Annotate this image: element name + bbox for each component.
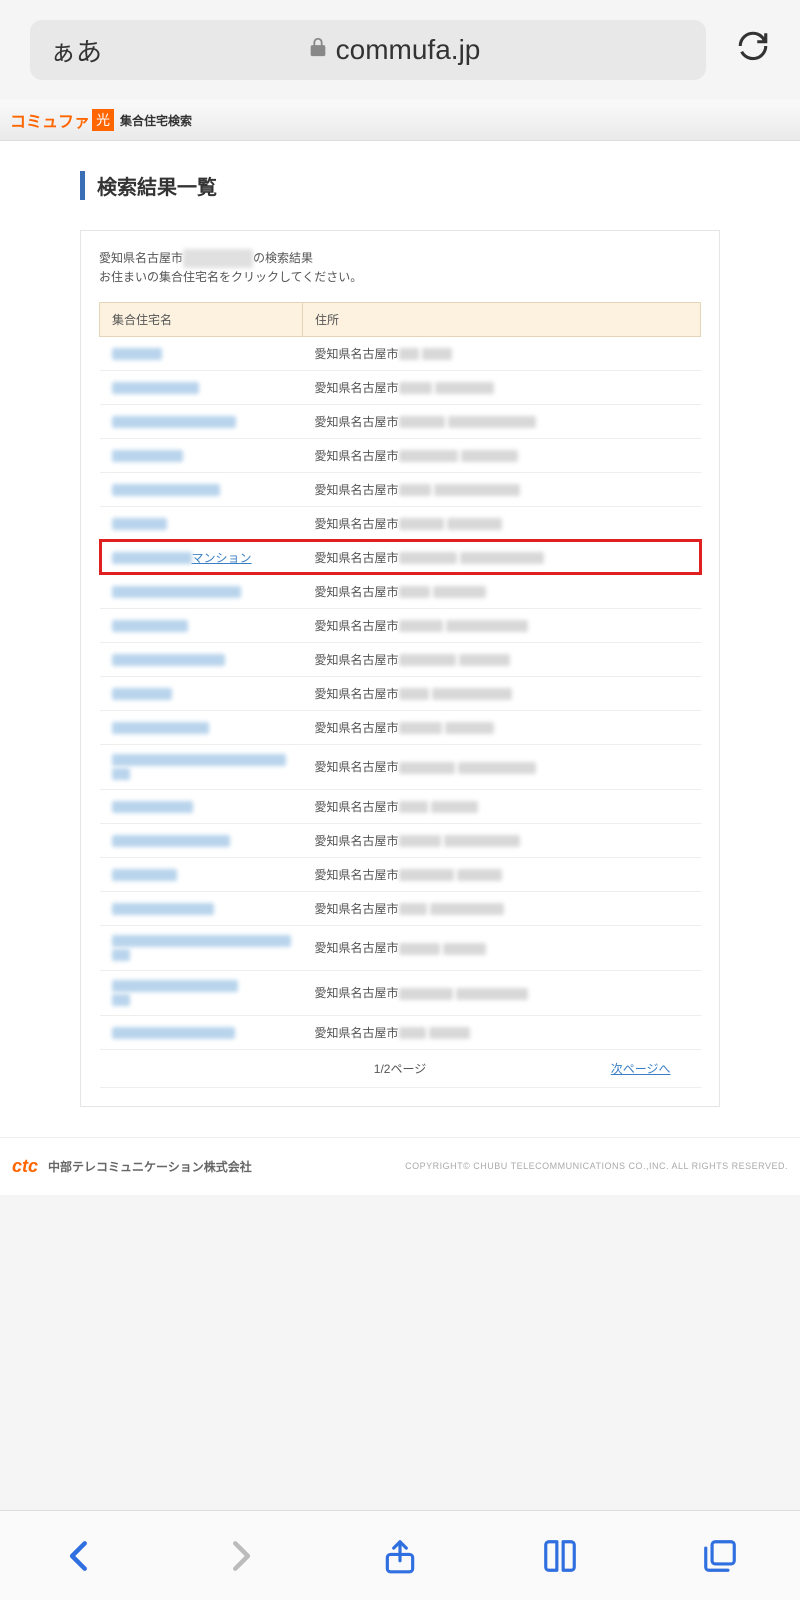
table-row: x 愛知県名古屋市x x	[100, 789, 701, 823]
ctc-logo: ctc	[12, 1156, 38, 1177]
building-name-link[interactable]: x	[112, 901, 214, 915]
building-address: 愛知県名古屋市x x	[303, 970, 701, 1015]
table-row: x 愛知県名古屋市x x	[100, 506, 701, 540]
table-row: x 愛知県名古屋市x x	[100, 823, 701, 857]
building-address: 愛知県名古屋市x x	[303, 925, 701, 970]
results-table: 集合住宅名 住所 x 愛知県名古屋市x x x 愛知県名古屋市x x x 愛知県名古屋市x…	[99, 302, 701, 1088]
building-name-link[interactable]: x	[112, 584, 241, 598]
header-sublabel: 集合住宅検索	[120, 112, 192, 129]
table-header-name: 集合住宅名	[100, 302, 303, 336]
lock-icon	[308, 36, 328, 64]
pager-current: 1/2ページ	[374, 1062, 426, 1076]
building-name-link[interactable]: x	[112, 380, 199, 394]
building-name-link[interactable]: xx	[112, 979, 238, 1007]
building-address: 愛知県名古屋市x x	[303, 438, 701, 472]
table-row: x 愛知県名古屋市x x	[100, 574, 701, 608]
building-address: 愛知県名古屋市x x	[303, 472, 701, 506]
building-name-link[interactable]: xx	[112, 934, 291, 962]
text-size-control[interactable]: ぁあ	[50, 32, 102, 69]
building-name-link[interactable]: x	[112, 799, 193, 813]
building-address: 愛知県名古屋市x x	[303, 540, 701, 574]
building-address: 愛知県名古屋市x x	[303, 608, 701, 642]
url-box[interactable]: ぁあ commufa.jp	[30, 20, 706, 80]
table-row: xx 愛知県名古屋市x x	[100, 925, 701, 970]
building-name-link[interactable]: x	[112, 346, 162, 360]
building-name-link[interactable]: x	[112, 1025, 235, 1039]
building-address: 愛知県名古屋市x x	[303, 823, 701, 857]
building-address: 愛知県名古屋市x x	[303, 710, 701, 744]
table-row: x 愛知県名古屋市x x	[100, 608, 701, 642]
table-row: x 愛知県名古屋市x x	[100, 370, 701, 404]
logo-badge: 光	[92, 109, 114, 131]
results-panel: 愛知県名古屋市xxxxxの検索結果 お住まいの集合住宅名をクリックしてください。…	[80, 230, 720, 1107]
building-name-link[interactable]: x	[112, 686, 172, 700]
building-address: 愛知県名古屋市x x	[303, 857, 701, 891]
pager-cell: 1/2ページ 次ページへ	[100, 1049, 701, 1087]
building-address: 愛知県名古屋市x x	[303, 574, 701, 608]
building-name-link[interactable]: x	[112, 833, 230, 847]
browser-url-bar: ぁあ commufa.jp	[0, 0, 800, 100]
url-domain: commufa.jp	[336, 34, 481, 66]
building-address: 愛知県名古屋市x x	[303, 789, 701, 823]
table-row: x 愛知県名古屋市x x	[100, 1015, 701, 1049]
logo-text: コミュファ	[10, 108, 90, 132]
table-row: x 愛知県名古屋市x x	[100, 438, 701, 472]
building-name-link[interactable]: x	[112, 618, 188, 632]
tabs-icon[interactable]	[698, 1534, 742, 1578]
table-row: xx 愛知県名古屋市x x	[100, 744, 701, 789]
table-header-address: 住所	[303, 302, 701, 336]
site-footer: ctc 中部テレコミュニケーション株式会社 COPYRIGHT© CHUBU T…	[0, 1137, 800, 1195]
table-row: x 愛知県名古屋市x x	[100, 472, 701, 506]
table-row: x 愛知県名古屋市x x	[100, 642, 701, 676]
table-row: x 愛知県名古屋市x x	[100, 891, 701, 925]
reload-icon[interactable]	[736, 27, 770, 74]
back-icon[interactable]	[58, 1534, 102, 1578]
building-address: 愛知県名古屋市x x	[303, 506, 701, 540]
intro-line-1: 愛知県名古屋市xxxxxの検索結果	[99, 249, 701, 268]
next-page-link[interactable]: 次ページへ	[611, 1060, 671, 1077]
building-name-link[interactable]: x	[112, 652, 225, 666]
building-name-link[interactable]: xx	[112, 753, 286, 781]
building-address: 愛知県名古屋市x x	[303, 642, 701, 676]
table-row: x 愛知県名古屋市x x	[100, 336, 701, 370]
copyright: COPYRIGHT© CHUBU TELECOMMUNICATIONS CO.,…	[405, 1161, 788, 1171]
table-row: x 愛知県名古屋市x x	[100, 404, 701, 438]
building-address: 愛知県名古屋市x x	[303, 1015, 701, 1049]
site-header: コミュファ光 集合住宅検索	[0, 100, 800, 141]
building-name-link[interactable]: x	[112, 516, 167, 530]
forward-icon	[218, 1534, 262, 1578]
building-address: 愛知県名古屋市x x	[303, 891, 701, 925]
browser-toolbar	[0, 1510, 800, 1600]
building-address: 愛知県名古屋市x x	[303, 676, 701, 710]
building-name-link[interactable]: xxxxマンション	[112, 551, 252, 565]
table-row: x 愛知県名古屋市x x	[100, 676, 701, 710]
building-name-link[interactable]: x	[112, 414, 236, 428]
share-icon[interactable]	[378, 1534, 422, 1578]
building-name-link[interactable]: x	[112, 448, 183, 462]
bookmarks-icon[interactable]	[538, 1534, 582, 1578]
building-address: 愛知県名古屋市x x	[303, 744, 701, 789]
page-title: 検索結果一覧	[80, 171, 720, 200]
footer-company: 中部テレコミュニケーション株式会社	[48, 1158, 252, 1175]
building-address: 愛知県名古屋市x x	[303, 370, 701, 404]
table-row: x 愛知県名古屋市x x	[100, 857, 701, 891]
building-name-link[interactable]: x	[112, 720, 209, 734]
intro-line-2: お住まいの集合住宅名をクリックしてください。	[99, 268, 701, 287]
table-row: xxxxマンション 愛知県名古屋市x x	[100, 540, 701, 574]
table-row: xx 愛知県名古屋市x x	[100, 970, 701, 1015]
building-address: 愛知県名古屋市x x	[303, 336, 701, 370]
building-name-link[interactable]: x	[112, 867, 177, 881]
page-content: コミュファ光 集合住宅検索 検索結果一覧 愛知県名古屋市xxxxxの検索結果 お…	[0, 100, 800, 1195]
building-address: 愛知県名古屋市x x	[303, 404, 701, 438]
building-name-link[interactable]: x	[112, 482, 220, 496]
table-row: x 愛知県名古屋市x x	[100, 710, 701, 744]
